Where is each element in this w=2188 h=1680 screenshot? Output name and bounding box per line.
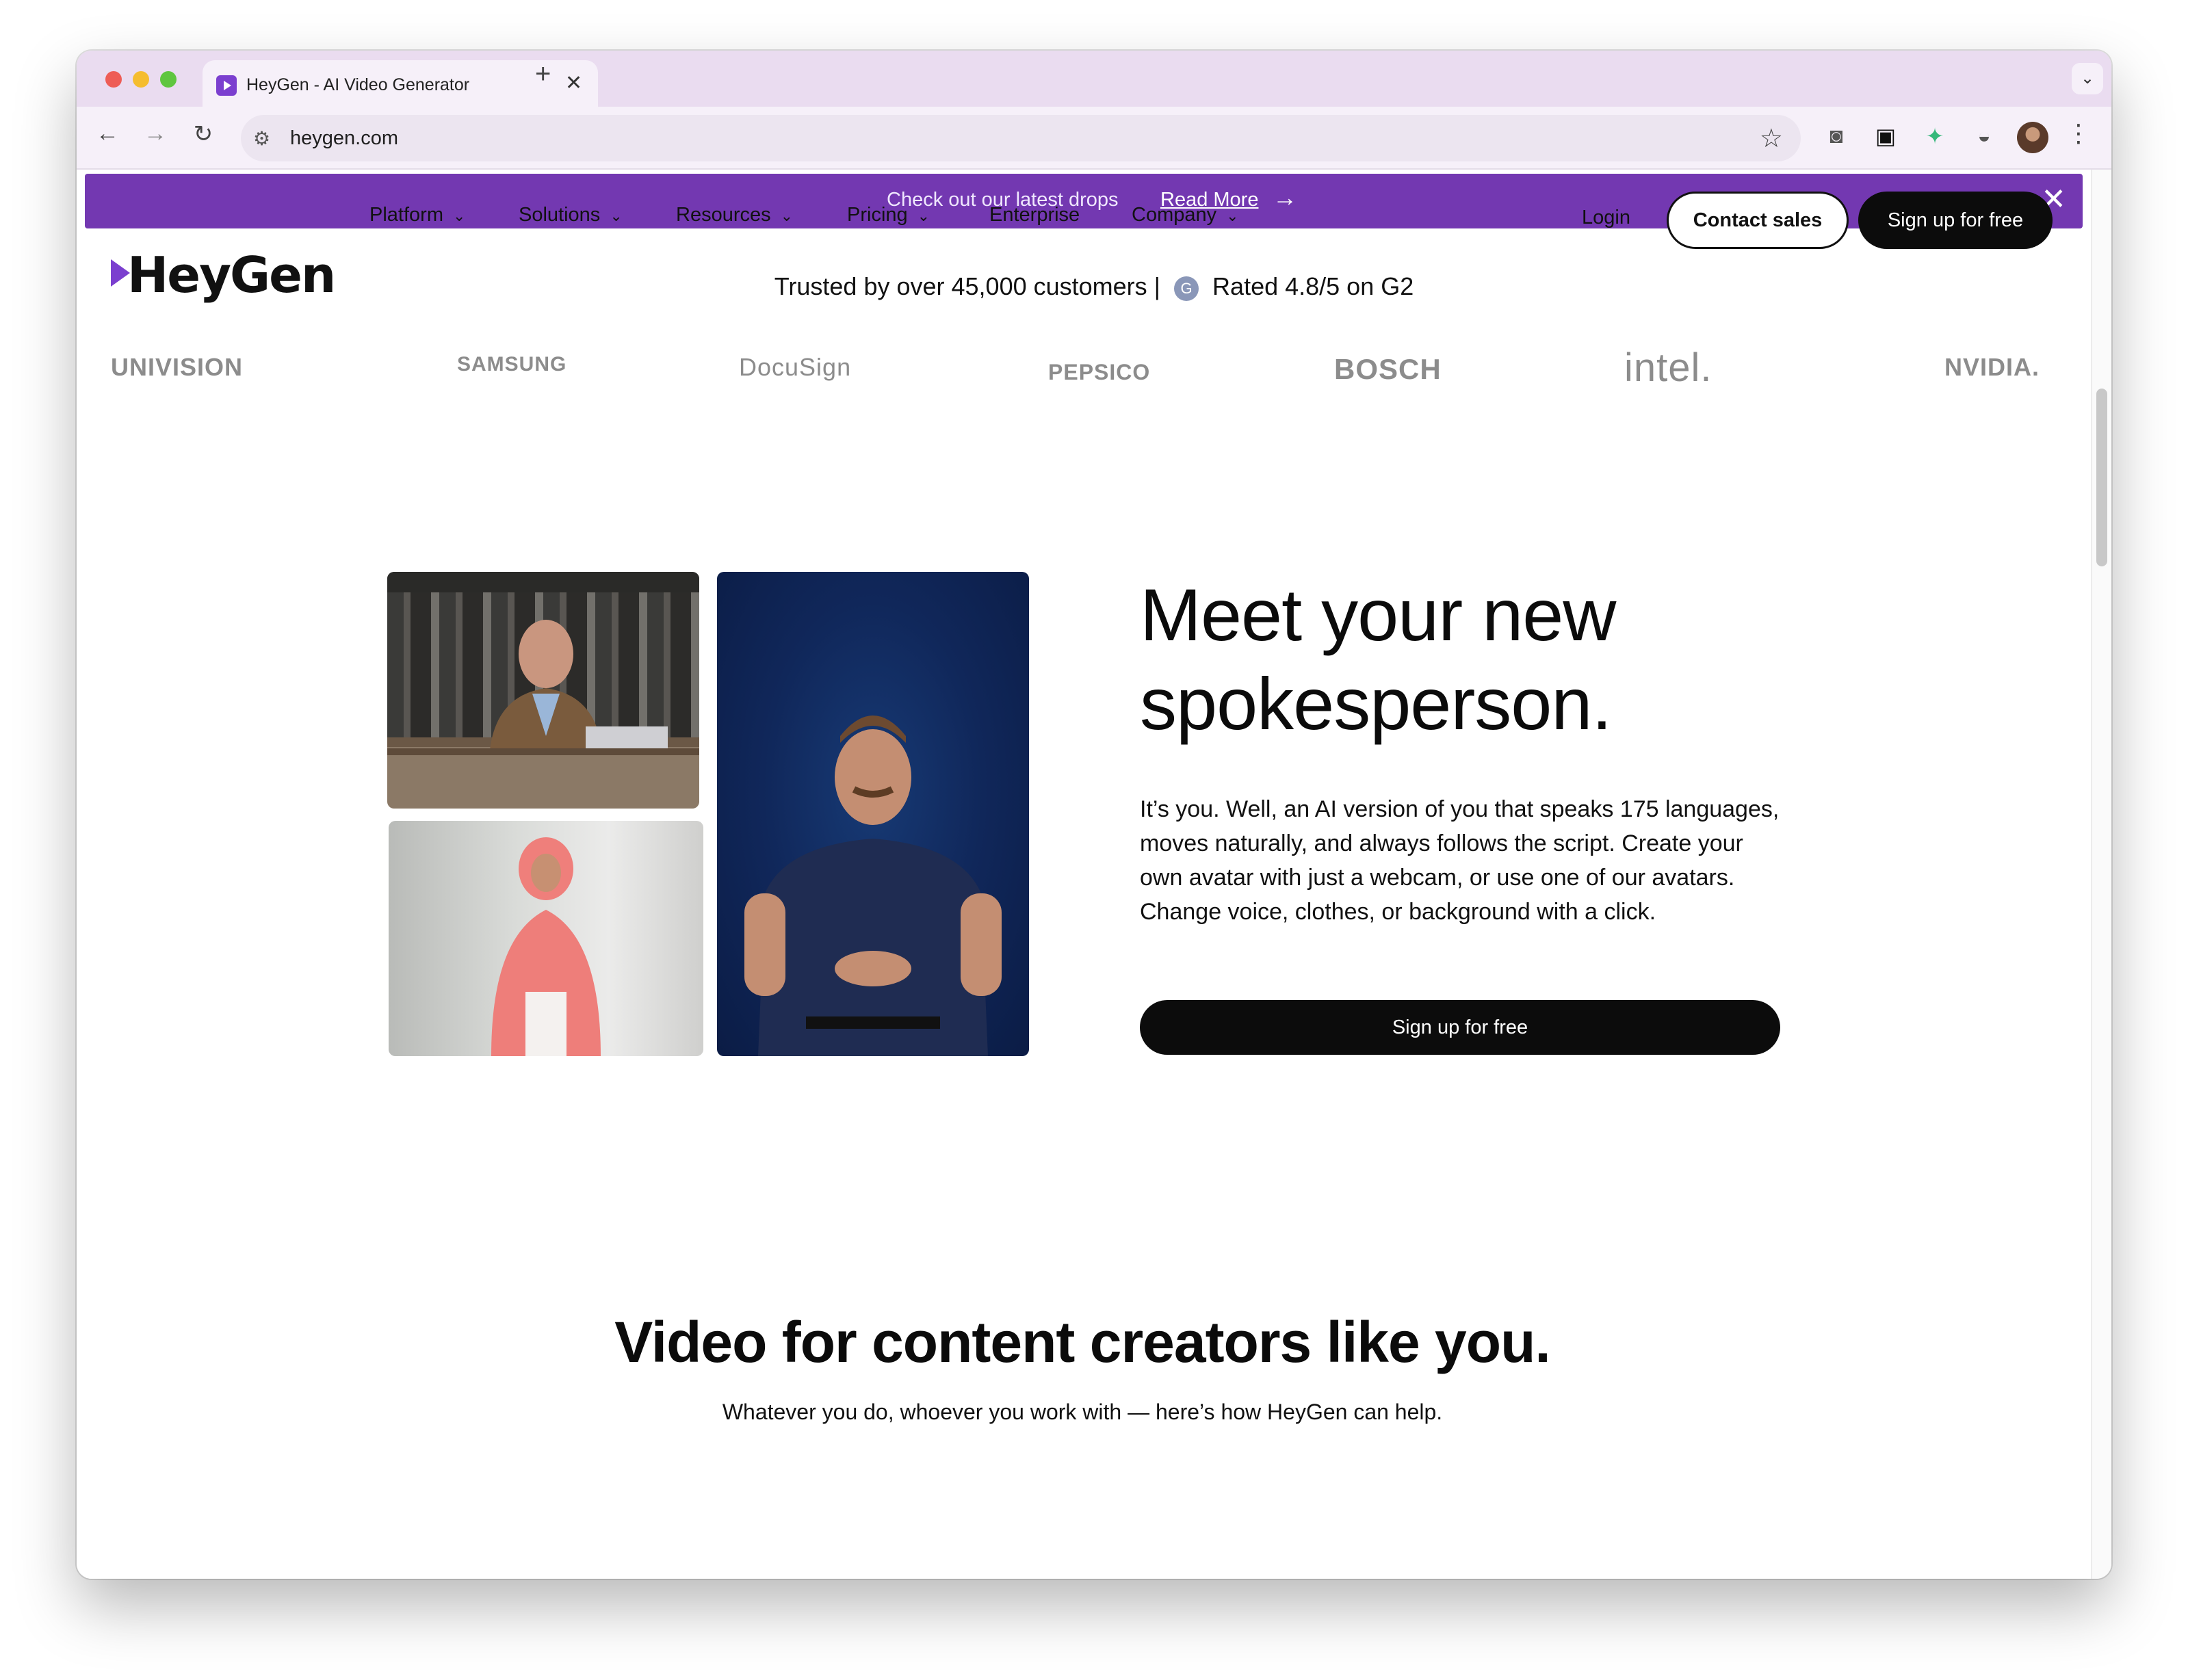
page-viewport: Check out our latest drops Read More → ✕… [77, 170, 2111, 1579]
scrollbar-thumb[interactable] [2096, 389, 2107, 566]
nav-enterprise-label: Enterprise [989, 204, 1080, 226]
hero-description: It’s you. Well, an AI version of you tha… [1140, 796, 1780, 925]
profile-avatar[interactable] [2017, 122, 2048, 153]
chevron-down-icon: ⌄ [780, 207, 794, 224]
page-scrollbar[interactable] [2091, 170, 2111, 1579]
back-arrow-icon[interactable]: ← [90, 120, 125, 147]
url-text[interactable]: heygen.com [290, 127, 398, 150]
contact-sales-button[interactable]: Contact sales [1667, 192, 1849, 249]
login-link[interactable]: Login [1582, 207, 1630, 229]
hijab-presenter-figure [491, 837, 601, 1056]
customer-logos: UNIVISION SAMSUNG DocuSign PEPSICO BOSCH… [77, 342, 2111, 397]
hero-title: Meet your new spokesperson. [1140, 573, 1616, 745]
intel-logo: intel. [1624, 345, 1712, 390]
customers-count-text: Trusted by over 45,000 customers | [774, 272, 1161, 300]
new-tab-icon[interactable]: + [535, 59, 551, 90]
camera-extension-icon[interactable]: ◙ [1821, 123, 1851, 148]
tab-title: HeyGen - AI Video Generator [246, 75, 470, 94]
browser-window: HeyGen - AI Video Generator ✕ + ⌄ ← → ↻ … [77, 51, 2111, 1579]
avatar-office-image[interactable] [387, 572, 699, 809]
nav-company-label: Company [1132, 204, 1217, 226]
nav-resources[interactable]: Resources ⌄ [676, 204, 793, 226]
tab-search-chevron-icon[interactable]: ⌄ [2072, 63, 2103, 94]
section-title: Video for content creators like you. [614, 1310, 1550, 1374]
bookmark-star-icon[interactable]: ☆ [1760, 123, 1783, 154]
forward-arrow-icon[interactable]: → [138, 120, 172, 147]
bosch-logo: BOSCH [1334, 353, 1442, 385]
nav-platform-label: Platform [369, 204, 443, 226]
office-presenter-figure [387, 572, 699, 755]
minimize-window-button[interactable] [133, 71, 149, 88]
nav-resources-label: Resources [676, 204, 771, 226]
nvidia-logo: NVIDIA. [1944, 353, 2040, 381]
chevron-down-icon: ⌄ [610, 207, 623, 224]
reload-icon[interactable]: ↻ [186, 120, 220, 148]
heygen-favicon-icon [216, 75, 237, 96]
section-subtitle: Whatever you do, whoever you work with —… [722, 1400, 1443, 1424]
bird-extension-icon[interactable]: ✦ [1920, 123, 1950, 149]
tshirt-presenter-figure [744, 716, 1002, 1056]
avatar-studio-image[interactable] [389, 821, 703, 1056]
nav-enterprise[interactable]: Enterprise [989, 204, 1080, 226]
browser-toolbar: ← → ↻ ⚙ heygen.com ☆ ◙ ▣ ✦ ◒ ⧉ ⋮ [77, 107, 2111, 170]
nav-signup-button[interactable]: Sign up for free [1858, 192, 2053, 249]
g2-badge-icon: G [1174, 276, 1199, 301]
chevron-down-icon: ⌄ [917, 207, 930, 224]
tab-strip: HeyGen - AI Video Generator ✕ + ⌄ [77, 51, 2111, 107]
hero-signup-button[interactable]: Sign up for free [1140, 1000, 1780, 1055]
trust-line: Trusted by over 45,000 customers | G Rat… [77, 272, 2111, 301]
nav-solutions[interactable]: Solutions ⌄ [519, 204, 623, 226]
nav-pricing-label: Pricing [847, 204, 908, 226]
chevron-down-icon: ⌄ [1226, 207, 1239, 224]
arrow-right-icon[interactable]: → [1273, 183, 1297, 212]
avatar-blue-backdrop-image[interactable] [717, 572, 1029, 1056]
docusign-logo: DocuSign [739, 353, 852, 381]
chevron-down-icon: ⌄ [452, 207, 466, 224]
nav-platform[interactable]: Platform ⌄ [369, 204, 465, 226]
g2-rating-text: Rated 4.8/5 on G2 [1212, 272, 1414, 300]
nav-company[interactable]: Company ⌄ [1132, 204, 1239, 226]
pepsico-logo: PEPSICO [1048, 360, 1151, 384]
univision-logo: UNIVISION [111, 353, 244, 381]
close-tab-icon[interactable]: ✕ [565, 71, 582, 95]
samsung-logo: SAMSUNG [457, 353, 567, 376]
address-bar[interactable]: ⚙ heygen.com ☆ [241, 115, 1801, 161]
maximize-window-button[interactable] [160, 71, 177, 88]
circle-extension-icon[interactable]: ◒ [1969, 123, 1999, 148]
close-window-button[interactable] [105, 71, 122, 88]
clip-extension-icon[interactable]: ▣ [1871, 123, 1901, 149]
nav-pricing[interactable]: Pricing ⌄ [847, 204, 930, 226]
nav-solutions-label: Solutions [519, 204, 601, 226]
more-menu-icon[interactable]: ⋮ [2066, 119, 2091, 148]
site-settings-icon[interactable]: ⚙ [253, 127, 270, 150]
